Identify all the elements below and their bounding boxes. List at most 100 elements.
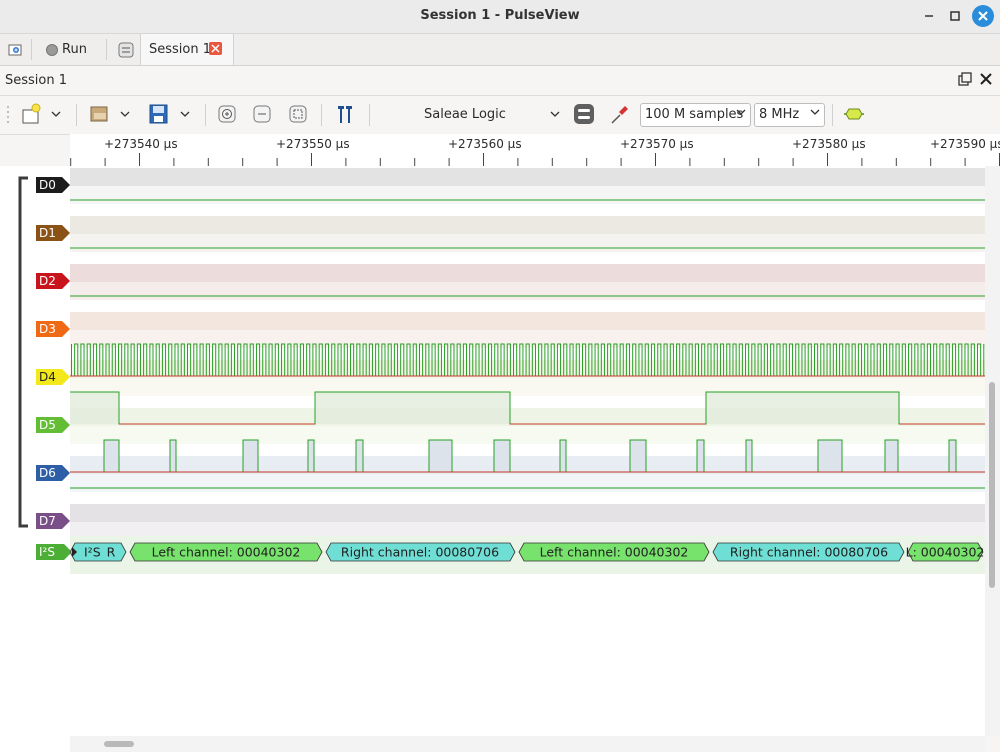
session-dock-header: Session 1 <box>0 66 1000 94</box>
label-arrow <box>62 513 70 529</box>
toolbar-grip-icon <box>7 106 9 123</box>
minimize-button[interactable] <box>919 6 939 26</box>
label-arrow <box>62 273 70 289</box>
channel-label-d5[interactable]: D5 <box>36 417 70 433</box>
toolbar-separator <box>76 104 77 126</box>
trace-pulse-fill <box>818 440 842 472</box>
label-arrow <box>62 177 70 193</box>
chevron-down-icon <box>810 109 820 115</box>
channel-label-text: D0 <box>39 178 56 192</box>
channel-label-d0[interactable]: D0 <box>36 177 70 193</box>
channel-label-d7[interactable]: D7 <box>36 513 70 529</box>
trace-view[interactable]: I²S R Left channel: 00040302 Right channel:… <box>70 166 985 736</box>
cursors-button[interactable] <box>334 103 356 125</box>
vertical-scroll-thumb[interactable] <box>989 382 995 588</box>
tab-close-button[interactable] <box>209 42 222 55</box>
zoom-fit-icon <box>289 105 307 123</box>
trace-background <box>70 264 985 282</box>
trace-pulse-fill <box>429 440 452 472</box>
dock-title: Session 1 <box>5 73 68 88</box>
time-ruler[interactable]: +273540 µs +273550 µs +273560 µs +273570… <box>70 134 1000 167</box>
trace-pulse-fill <box>697 440 704 472</box>
trace-pulse-fill <box>494 440 510 472</box>
decoder-annotation-text: Left channel: 00040302 <box>540 545 689 560</box>
save-button[interactable] <box>148 103 170 125</box>
decoder-annotation-text: Right channel: 00080706 <box>341 545 499 560</box>
save-dropdown-button[interactable] <box>178 103 192 125</box>
new-button[interactable] <box>20 103 42 125</box>
close-icon <box>978 11 988 21</box>
run-label: Run <box>62 42 87 57</box>
new-session-icon <box>8 44 22 55</box>
new-file-icon <box>22 103 41 124</box>
sample-count-value: 100 M samples <box>645 107 744 122</box>
channel-label-d4[interactable]: D4 <box>36 369 70 385</box>
trace-high-fill <box>315 392 510 424</box>
trace-pulse-fill <box>104 440 119 472</box>
open-button[interactable] <box>89 103 111 125</box>
run-status-icon <box>46 43 58 56</box>
protocol-decoder-icon <box>844 108 864 120</box>
tab-session-1[interactable]: Session 1 <box>140 34 234 65</box>
trace-pulse-fill <box>243 440 258 472</box>
trace-background <box>70 216 985 234</box>
horizontal-scroll-thumb[interactable] <box>104 741 134 747</box>
device-name: Saleae Logic <box>424 107 506 122</box>
trace-pulse-fill <box>308 440 314 472</box>
device-config-button[interactable] <box>573 103 595 125</box>
close-dock-button[interactable] <box>979 72 993 90</box>
float-dock-button[interactable] <box>958 72 972 90</box>
ruler-tick-label: +273560 µs <box>448 137 522 151</box>
trace-background <box>70 474 985 492</box>
maximize-button[interactable] <box>945 6 965 26</box>
add-decoder-button[interactable] <box>843 103 865 125</box>
zoom-fit-button[interactable] <box>287 103 309 125</box>
close-window-button[interactable] <box>972 5 994 27</box>
channel-label-d2[interactable]: D2 <box>36 273 70 289</box>
device-selector[interactable]: Saleae Logic <box>417 103 567 127</box>
ruler-tick-label: +273540 µs <box>104 137 178 151</box>
vertical-scrollbar[interactable] <box>985 166 1000 736</box>
decoder-annotation-text: Right channel: 00080706 <box>730 545 888 560</box>
trace-background <box>70 312 985 330</box>
trace-background <box>70 330 985 348</box>
chevron-down-icon <box>120 111 130 117</box>
new-session-button[interactable] <box>6 34 24 65</box>
zoom-in-button[interactable] <box>216 103 238 125</box>
channel-label-d1[interactable]: D1 <box>36 225 70 241</box>
label-arrow <box>62 465 70 481</box>
sample-count-select[interactable]: 100 M samples <box>640 103 751 127</box>
signal-traces: I²S R Left channel: 00040302 Right channel:… <box>70 168 985 574</box>
new-dropdown-button[interactable] <box>49 103 63 125</box>
channel-label-d6[interactable]: D6 <box>36 465 70 481</box>
ruler-tick-label: +273550 µs <box>276 137 350 151</box>
probe-config-button[interactable] <box>609 103 631 125</box>
trace-background <box>70 426 985 444</box>
session-menu-button[interactable] <box>117 34 135 65</box>
trace-background <box>70 504 985 522</box>
decoder-annotation-text: L: 00040302 <box>906 545 985 560</box>
samplerate-select[interactable]: 8 MHz <box>754 103 825 127</box>
main-toolbar: Saleae Logic 100 M samples 8 MHz <box>0 95 1000 135</box>
channel-label-text: D6 <box>39 466 56 480</box>
toolbar-separator <box>832 104 833 126</box>
chevron-down-icon <box>550 111 560 117</box>
window-title: Session 1 - PulseView <box>420 8 580 23</box>
trace-background <box>70 186 985 204</box>
open-dropdown-button[interactable] <box>118 103 132 125</box>
session-icon <box>118 42 134 57</box>
zoom-in-icon <box>218 105 236 123</box>
decoder-label-i2s[interactable]: I²S <box>36 544 72 560</box>
trace-high-fill <box>70 392 119 424</box>
chevron-down-icon <box>51 111 61 117</box>
trace-pulse-fill <box>949 440 956 472</box>
ruler-tick-label: +273590 µs <box>930 137 1000 151</box>
run-button[interactable]: Run <box>45 34 87 65</box>
probe-icon <box>611 106 628 124</box>
configure-icon <box>574 104 594 124</box>
zoom-out-button[interactable] <box>251 103 273 125</box>
decoder-annotation-text: R <box>107 545 116 560</box>
horizontal-scrollbar[interactable] <box>70 736 985 752</box>
channel-label-d3[interactable]: D3 <box>36 321 70 337</box>
tab-separator <box>106 39 107 60</box>
